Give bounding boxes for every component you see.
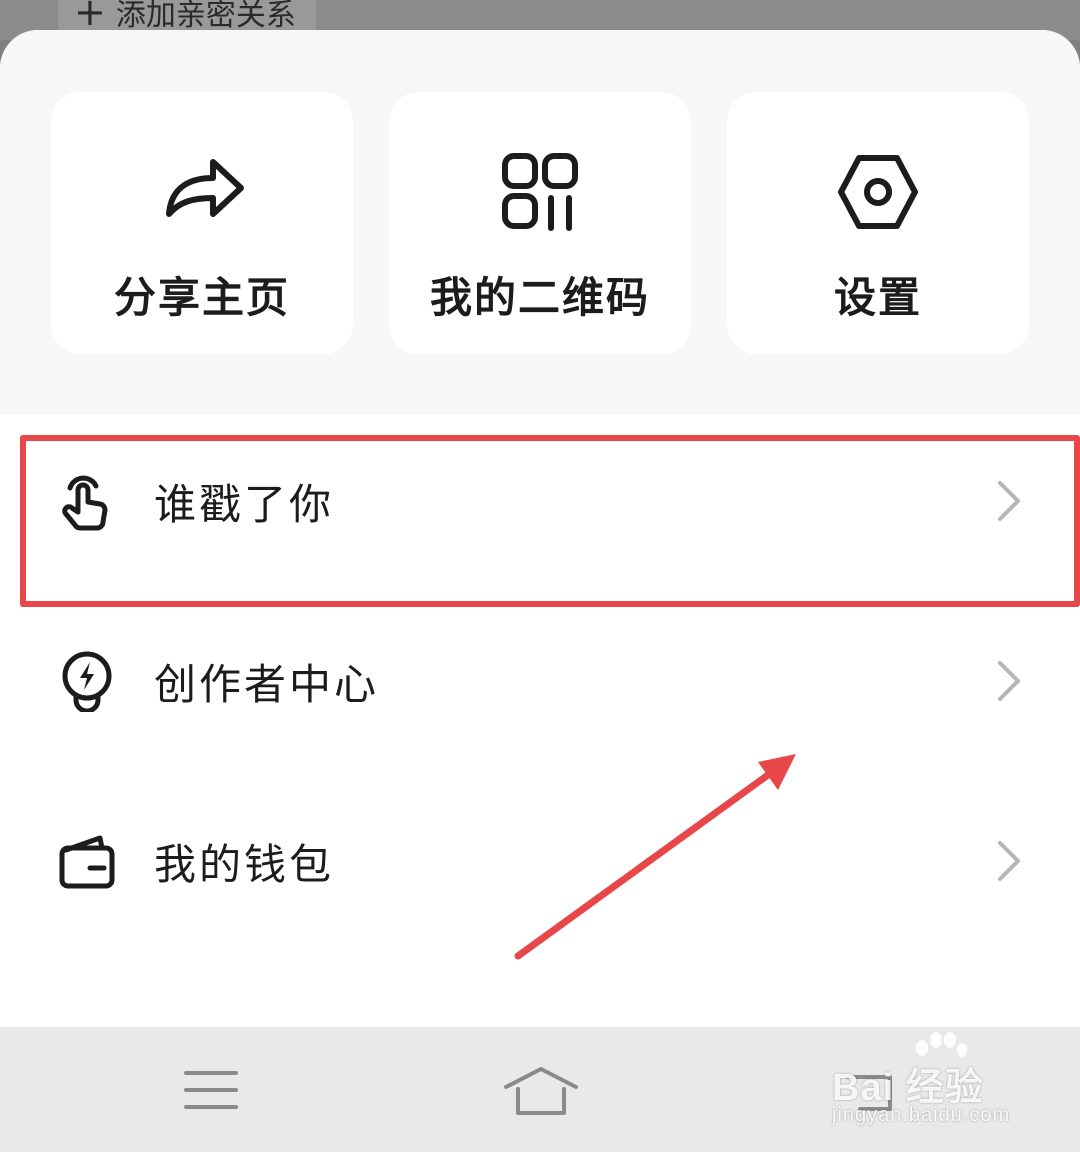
my-qr-code-label: 我的二维码 bbox=[429, 273, 650, 322]
my-wallet-label: 我的钱包 bbox=[154, 839, 335, 889]
tap-hand-icon bbox=[62, 475, 108, 531]
my-qr-code-button[interactable]: 我的二维码 bbox=[389, 92, 691, 354]
chevron-right-icon bbox=[998, 661, 1020, 701]
system-navigation-bar bbox=[0, 1027, 1080, 1152]
plus-icon: + bbox=[74, 0, 106, 34]
back-icon[interactable] bbox=[840, 1067, 900, 1117]
qr-code-icon bbox=[502, 153, 578, 231]
home-icon[interactable] bbox=[500, 1063, 582, 1119]
chevron-right-icon bbox=[998, 481, 1020, 521]
share-homepage-button[interactable]: 分享主页 bbox=[51, 92, 353, 354]
menu-icon[interactable] bbox=[180, 1065, 242, 1115]
my-wallet-item[interactable]: 我的钱包 bbox=[0, 776, 1080, 946]
wallet-icon bbox=[59, 835, 115, 889]
lightbulb-bolt-icon bbox=[62, 651, 112, 712]
quick-actions-panel: 分享主页 我的二维码 设置 bbox=[0, 30, 1080, 415]
settings-button[interactable]: 设置 bbox=[727, 92, 1029, 354]
share-homepage-label: 分享主页 bbox=[113, 273, 290, 322]
creator-center-label: 创作者中心 bbox=[154, 659, 380, 709]
gear-hexagon-icon bbox=[838, 155, 918, 229]
who-poked-you-item[interactable]: 谁戳了你 bbox=[0, 416, 1080, 586]
add-relationship-label: 添加亲密关系 bbox=[115, 0, 296, 33]
chevron-right-icon bbox=[998, 841, 1020, 881]
creator-center-item[interactable]: 创作者中心 bbox=[0, 596, 1080, 766]
settings-label: 设置 bbox=[833, 273, 922, 322]
who-poked-you-label: 谁戳了你 bbox=[154, 479, 335, 529]
share-arrow-icon bbox=[166, 159, 244, 217]
add-relationship-chip: + 添加亲密关系 bbox=[58, 0, 316, 34]
